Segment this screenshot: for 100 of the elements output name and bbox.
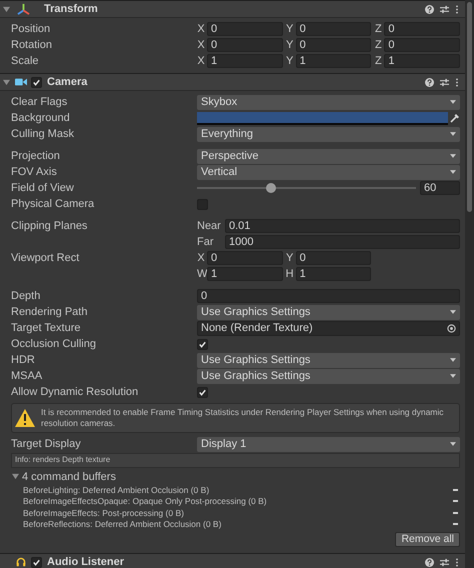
property-label: Physical Camera <box>11 198 96 210</box>
caret-icon <box>450 132 456 136</box>
foldout-arrow-icon[interactable] <box>3 6 10 12</box>
dropdown[interactable]: Use Graphics Settings <box>197 304 460 320</box>
axis-label: W <box>197 268 205 280</box>
property-label: Occlusion Culling <box>11 338 97 350</box>
caret-icon <box>450 310 456 314</box>
axis-label: X <box>197 39 205 51</box>
property-label: Clear Flags <box>11 96 68 108</box>
field-label: Far <box>197 236 214 248</box>
dropdown[interactable]: Perspective <box>197 148 460 164</box>
number-field[interactable]: 0 <box>207 251 283 265</box>
component-header[interactable]: Camera <box>0 73 465 91</box>
menu-icon[interactable] <box>455 558 459 566</box>
axis-label: X <box>197 252 205 264</box>
property-label: Field of View <box>11 182 75 194</box>
component-header[interactable]: Transform <box>0 0 465 18</box>
object-field[interactable]: None (Render Texture) <box>197 320 460 336</box>
color-field[interactable] <box>197 112 448 124</box>
foldout-arrow-icon[interactable] <box>12 473 19 480</box>
property-label: Projection <box>11 150 61 162</box>
dropdown[interactable]: Skybox <box>197 94 460 110</box>
number-field[interactable]: 1 <box>384 54 460 68</box>
property-label: MSAA <box>11 370 44 382</box>
foldout-arrow-icon[interactable] <box>3 78 10 86</box>
checkbox[interactable] <box>197 338 208 350</box>
property-label: FOV Axis <box>11 166 58 178</box>
help-icon[interactable] <box>425 4 434 14</box>
remove-icon[interactable] <box>453 512 458 514</box>
number-field[interactable]: 0 <box>384 22 460 36</box>
number-field[interactable]: 60 <box>420 181 460 195</box>
caret-icon <box>450 154 456 158</box>
number-field[interactable]: 0.01 <box>225 219 460 233</box>
property-label: Allow Dynamic Resolution <box>11 386 140 398</box>
dropdown[interactable]: Use Graphics Settings <box>197 368 460 384</box>
dropdown[interactable]: Vertical <box>197 164 460 180</box>
property-label: Background <box>11 112 71 124</box>
number-field[interactable]: 0 <box>296 22 372 36</box>
axis-label: Y <box>286 252 294 264</box>
menu-icon[interactable] <box>455 4 459 14</box>
caret-icon <box>450 170 456 174</box>
help-icon[interactable] <box>425 78 434 86</box>
sliders-icon[interactable] <box>440 78 449 86</box>
axis-label: Z <box>374 23 382 35</box>
axes-icon <box>17 2 30 16</box>
axis-label: Y <box>286 55 294 67</box>
property-label: Rotation <box>11 39 53 51</box>
dropdown[interactable]: Use Graphics Settings <box>197 352 460 368</box>
number-field[interactable]: 0 <box>296 38 372 52</box>
property-label: Target Display <box>11 438 82 450</box>
remove-icon[interactable] <box>453 523 458 526</box>
property-label: Target Texture <box>11 322 82 334</box>
number-field[interactable]: 1 <box>207 54 283 68</box>
scrollbar[interactable] <box>465 0 474 568</box>
command-buffer-item: BeforeImageEffectsOpaque: Opaque Only Post-processing (0 B) <box>23 496 267 506</box>
sliders-icon[interactable] <box>440 4 449 14</box>
number-field[interactable]: 1 <box>207 267 283 281</box>
field-label: Near <box>197 220 222 232</box>
enabled-checkbox[interactable] <box>31 556 42 568</box>
axis-label: Z <box>374 55 382 67</box>
object-picker-icon[interactable] <box>447 324 456 332</box>
checkbox[interactable] <box>197 198 208 210</box>
slider[interactable] <box>197 182 416 194</box>
dropdown[interactable]: Everything <box>197 126 460 142</box>
axis-label: Z <box>374 39 382 51</box>
property-label: Position <box>11 23 52 35</box>
axis-label: X <box>197 55 205 67</box>
component-header[interactable]: Audio Listener <box>0 553 465 568</box>
enabled-checkbox[interactable] <box>31 76 42 88</box>
command-buffer-item: BeforeLighting: Deferred Ambient Occlusion (0 B) <box>23 484 210 495</box>
info-bar: Info: renders Depth texture <box>11 453 460 468</box>
camera-icon <box>15 77 27 87</box>
component-title: Audio Listener <box>47 556 124 568</box>
number-field[interactable]: 0 <box>296 251 372 265</box>
axis-label: H <box>286 268 294 280</box>
eyedropper-icon[interactable] <box>450 113 460 123</box>
number-field[interactable]: 0 <box>384 38 460 52</box>
axis-label: X <box>197 23 205 35</box>
remove-all-button[interactable]: Remove all <box>395 532 460 547</box>
caret-icon <box>450 442 456 446</box>
number-field[interactable]: 0 <box>207 22 283 36</box>
component-title: Camera <box>47 76 88 88</box>
warning-icon <box>15 409 35 427</box>
checkbox[interactable] <box>197 386 208 398</box>
foldout-label[interactable]: 4 command buffers <box>22 470 116 482</box>
warning-text: It is recommended to enable Frame Timing Statistics under Rendering Player Settings when using dynamic resolution cameras. <box>41 407 445 429</box>
number-field[interactable]: 1 <box>296 267 372 281</box>
number-field[interactable]: 0 <box>197 289 460 303</box>
sliders-icon[interactable] <box>440 558 449 566</box>
dropdown[interactable]: Display 1 <box>197 436 460 452</box>
property-label: Culling Mask <box>11 128 75 140</box>
property-label: Scale <box>11 55 40 67</box>
remove-icon[interactable] <box>453 488 458 491</box>
menu-icon[interactable] <box>455 78 459 86</box>
help-icon[interactable] <box>425 558 434 566</box>
remove-icon[interactable] <box>453 500 458 502</box>
number-field[interactable]: 1 <box>296 54 372 68</box>
caret-icon <box>450 374 456 378</box>
number-field[interactable]: 0 <box>207 38 283 52</box>
number-field[interactable]: 1000 <box>225 235 460 249</box>
